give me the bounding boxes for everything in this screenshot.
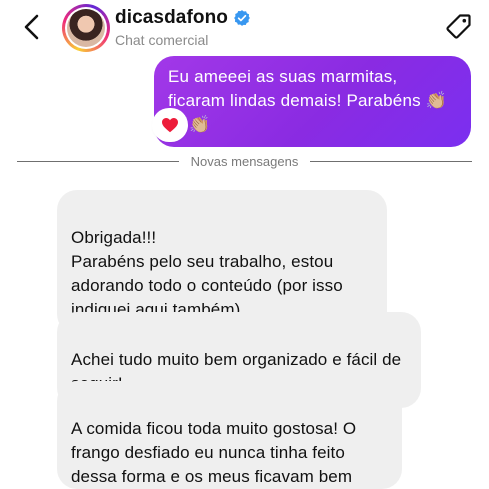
divider-line-left	[17, 160, 179, 162]
username-row[interactable]: dicasdafono	[115, 6, 251, 30]
tag-icon	[446, 14, 471, 39]
chat-screen: dicasdafono Chat comercial Eu ameeei as …	[0, 0, 489, 489]
outgoing-message[interactable]: Eu ameeei as suas marmitas, ficaram lind…	[154, 56, 471, 147]
back-button[interactable]	[20, 13, 44, 41]
incoming-message-text: Obrigada!!! Parabéns pelo seu trabalho, …	[71, 228, 343, 319]
new-messages-divider: Novas mensagens	[17, 152, 473, 170]
chevron-left-icon	[24, 14, 39, 40]
heart-icon	[162, 118, 178, 133]
incoming-message-text: A comida ficou toda muito gostosa! O fra…	[71, 419, 357, 486]
incoming-message[interactable]: A comida ficou toda muito gostosa! O fra…	[57, 381, 402, 489]
outgoing-message-text: Eu ameeei as suas marmitas, ficaram lind…	[168, 67, 448, 134]
chat-subtitle: Chat comercial	[115, 32, 209, 48]
divider-line-right	[310, 160, 473, 162]
verified-badge-icon	[234, 10, 250, 26]
username: dicasdafono	[115, 7, 229, 28]
divider-label: Novas mensagens	[190, 153, 299, 169]
profile-avatar[interactable]	[62, 4, 110, 52]
tag-button[interactable]	[445, 12, 473, 40]
avatar	[67, 9, 105, 47]
heart-reaction[interactable]: ❤️	[154, 110, 186, 140]
